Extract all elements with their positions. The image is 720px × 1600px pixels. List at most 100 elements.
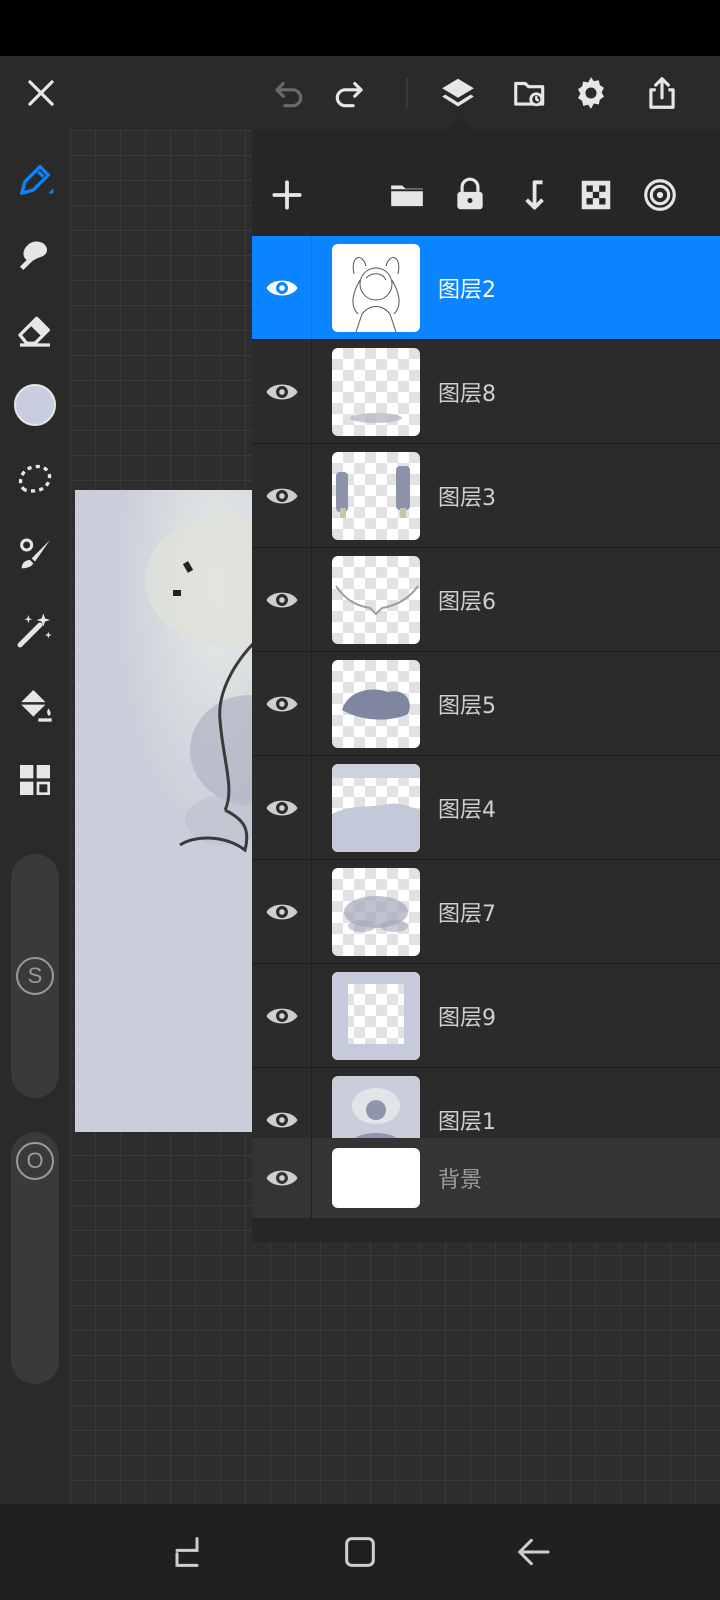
layers-icon [442, 78, 474, 107]
layer-name: 图层7 [438, 901, 496, 927]
undo-button[interactable] [263, 68, 313, 118]
visibility-toggle[interactable] [252, 1138, 312, 1218]
eye-icon [265, 904, 298, 919]
layer-thumbnail [332, 1148, 420, 1208]
merge-down-icon [525, 180, 544, 210]
eraser-icon [18, 316, 50, 347]
smudge-tool-button[interactable] [10, 230, 60, 280]
visibility-toggle[interactable] [252, 444, 312, 547]
layer-row[interactable]: 图层2 [252, 236, 720, 340]
status-bar [0, 0, 720, 56]
eraser-tool-button[interactable] [10, 305, 60, 355]
add-layer-button[interactable] [262, 170, 312, 220]
left-toolbar: S O [0, 130, 70, 1504]
eye-icon [265, 592, 298, 607]
system-nav-bar [0, 1504, 720, 1600]
color-swatch-button[interactable] [10, 380, 60, 430]
eye-icon [265, 1112, 298, 1127]
target-button[interactable] [635, 170, 685, 220]
layer-row[interactable]: 图层3 [252, 444, 720, 548]
layer-row[interactable]: 图层6 [252, 548, 720, 652]
eye-icon [265, 696, 298, 711]
layer-thumbnail [332, 972, 420, 1060]
close-button[interactable] [16, 68, 66, 118]
folder-icon [391, 185, 423, 207]
layer-thumbnail [332, 244, 420, 332]
brush-picker-button[interactable] [10, 530, 60, 580]
color-swatch [14, 384, 56, 426]
settings-button[interactable] [566, 68, 616, 118]
layer-thumbnail [332, 764, 420, 852]
eye-icon [265, 384, 298, 399]
share-button[interactable] [637, 68, 687, 118]
recents-icon [175, 1537, 199, 1567]
brush-opacity-label: O [16, 1142, 54, 1180]
back-icon [518, 1538, 550, 1566]
layer-row[interactable]: 图层4 [252, 756, 720, 860]
lasso-icon [18, 464, 52, 493]
layers-button[interactable] [433, 68, 483, 118]
toolbar-divider [406, 78, 408, 108]
transparency-button[interactable] [571, 170, 621, 220]
close-icon [28, 80, 54, 106]
layer-name: 图层5 [438, 693, 496, 719]
layer-name: 图层9 [438, 1005, 496, 1031]
visibility-toggle[interactable] [252, 548, 312, 651]
share-icon [649, 77, 675, 109]
layer-name: 图层6 [438, 589, 496, 615]
layer-row[interactable]: 图层5 [252, 652, 720, 756]
layers-panel-caret [446, 117, 474, 131]
layer-name: 背景 [438, 1168, 483, 1193]
settings-icon [578, 77, 604, 109]
redo-icon [335, 81, 363, 108]
visibility-toggle[interactable] [252, 756, 312, 859]
target-icon [644, 179, 676, 211]
layer-thumbnail [332, 348, 420, 436]
merge-down-button[interactable] [508, 170, 558, 220]
smudge-icon [20, 241, 48, 270]
layer-row[interactable]: 图层7 [252, 860, 720, 964]
visibility-toggle[interactable] [252, 340, 312, 443]
back-button[interactable] [508, 1527, 558, 1577]
visibility-toggle[interactable] [252, 964, 312, 1067]
background-layer-row[interactable]: 背景 [252, 1138, 720, 1218]
brush-opacity-slider[interactable]: O [11, 1132, 59, 1384]
home-button[interactable] [335, 1527, 385, 1577]
home-icon [345, 1537, 375, 1567]
gallery-button[interactable] [505, 68, 555, 118]
magic-wand-button[interactable] [10, 605, 60, 655]
visibility-toggle[interactable] [252, 860, 312, 963]
undo-icon [275, 81, 303, 108]
eye-icon [265, 280, 298, 295]
visibility-toggle[interactable] [252, 236, 312, 339]
pen-tool-button[interactable] [10, 155, 60, 205]
layer-row[interactable]: 图层9 [252, 964, 720, 1068]
layer-name: 图层8 [438, 381, 496, 407]
magic-wand-icon [17, 613, 52, 648]
gallery-icon [514, 81, 545, 107]
lasso-tool-button[interactable] [10, 455, 60, 505]
layer-name: 图层2 [438, 277, 496, 303]
recents-button[interactable] [162, 1527, 212, 1577]
redo-button[interactable] [325, 68, 375, 118]
layer-thumbnail [332, 868, 420, 956]
top-toolbar [0, 56, 720, 130]
lock-icon [457, 177, 483, 210]
add-folder-button[interactable] [382, 170, 432, 220]
lock-layer-button[interactable] [445, 170, 495, 220]
grid-tool-button[interactable] [10, 755, 60, 805]
grid-icon [20, 765, 51, 796]
visibility-toggle[interactable] [252, 652, 312, 755]
eye-icon [265, 800, 298, 815]
fill-icon [20, 690, 52, 722]
brush-picker-icon [20, 538, 50, 569]
layers-panel: 图层2 图层8 图层3 图层6 图层5 图层4 图层7 图层9 图层1 背景 [252, 130, 720, 1242]
pen-icon [20, 165, 54, 195]
layers-panel-header [252, 155, 720, 235]
add-icon [272, 180, 302, 210]
layer-thumbnail [332, 660, 420, 748]
fill-tool-button[interactable] [10, 680, 60, 730]
layer-row[interactable]: 图层8 [252, 340, 720, 444]
brush-size-slider[interactable]: S [11, 854, 59, 1098]
brush-size-label: S [16, 957, 54, 995]
